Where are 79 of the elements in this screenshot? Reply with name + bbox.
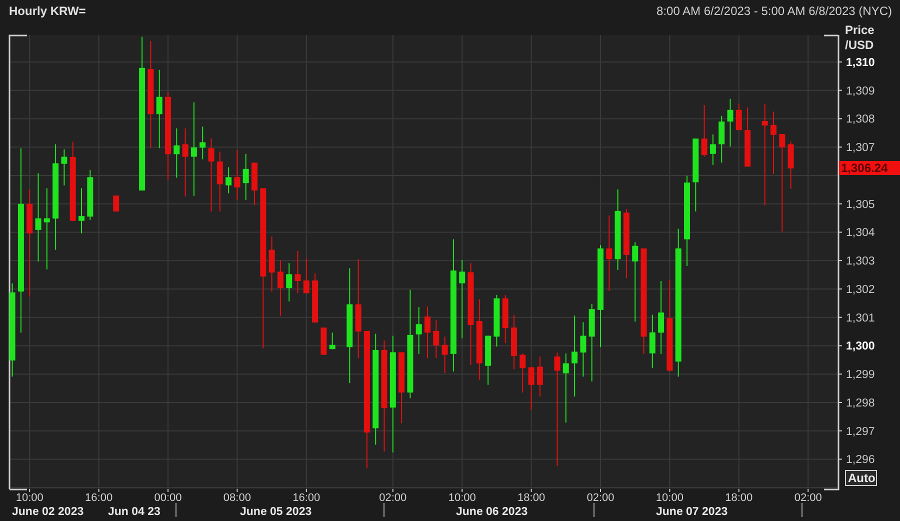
candlestick [788, 141, 794, 190]
price-tick-label: 1,310 [846, 56, 875, 69]
time-tick-label: 02:00 [379, 492, 407, 504]
candlestick [770, 111, 776, 175]
candlestick [61, 148, 68, 186]
candlestick [234, 149, 240, 200]
time-tick-label: 18:00 [725, 492, 753, 504]
date-label: June 05 2023 [240, 506, 312, 518]
date-range: 8:00 AM 6/2/2023 - 5:00 AM 6/8/2023 (NYC) [656, 4, 892, 18]
candlestick [511, 314, 517, 370]
time-tick-label: 02:00 [586, 492, 614, 504]
candlestick [580, 322, 586, 378]
price-tick-label: 1,304 [846, 227, 875, 240]
candlestick [494, 294, 500, 348]
last-price-badge: 1,306.24 [839, 161, 900, 175]
candlestick [424, 306, 430, 359]
time-tick-label: 10:00 [448, 492, 476, 504]
time-tick-label: 02:00 [794, 492, 822, 504]
candlestick [736, 103, 742, 131]
price-tick-label: 1,308 [846, 114, 875, 126]
candlestick [113, 195, 120, 212]
price-tick-label: 1,305 [846, 198, 875, 211]
candlestick [294, 250, 301, 294]
price-tick-label: 1,298 [846, 397, 875, 410]
price-tick-label: 1,301 [846, 312, 875, 324]
candlestick [303, 258, 310, 294]
candlestick [320, 327, 327, 356]
time-tick-label: 00:00 [154, 492, 182, 504]
auto-button[interactable]: Auto [845, 470, 877, 486]
time-tick-label: 08:00 [223, 492, 251, 504]
candlestick [416, 306, 422, 354]
candlestick [286, 262, 292, 302]
candlestick [502, 294, 508, 344]
candlestick [701, 104, 708, 158]
candlestick [623, 208, 630, 279]
price-tick-label: 1,296 [846, 454, 875, 466]
candlestick [312, 272, 318, 323]
date-label: Jun 04 23 [108, 506, 160, 518]
candlestick [485, 335, 492, 386]
price-tick-label: 1,309 [846, 85, 875, 98]
date-label: June 07 2023 [656, 506, 728, 518]
price-tick-label: 1,297 [846, 426, 875, 438]
date-label: June 02 2023 [12, 506, 84, 518]
time-tick-label: 18:00 [518, 492, 546, 504]
candlestick [744, 106, 751, 168]
candlestick [87, 170, 94, 220]
candlestick [174, 128, 180, 178]
candlestick [200, 126, 206, 160]
candlestick [268, 236, 275, 292]
candlestick [520, 352, 526, 394]
candlestick [718, 115, 725, 164]
price-tick-label: 1,299 [846, 369, 875, 382]
date-label: June 06 2023 [456, 506, 528, 518]
price-tick-label: 1,302 [846, 284, 875, 296]
candlestick [78, 188, 84, 234]
candlestick [433, 319, 440, 359]
axis-title: Price /USD [845, 23, 874, 52]
candlestick [528, 366, 534, 410]
time-tick-label: 16:00 [85, 492, 113, 504]
time-tick-label: 10:00 [656, 492, 684, 504]
candlestick [710, 134, 716, 166]
candlestick [216, 151, 223, 212]
candlestick [536, 356, 543, 397]
price-tick-label: 1,300 [846, 340, 875, 353]
candlestick [649, 314, 656, 369]
candlestick [442, 336, 448, 374]
price-tick-label: 1,303 [846, 256, 875, 268]
candlestick [226, 166, 232, 194]
candlestick [329, 332, 336, 350]
chart-title: Hourly KRW= [9, 4, 86, 18]
candlestick [277, 260, 284, 316]
candlestick [562, 352, 569, 424]
candlestick [182, 128, 188, 197]
price-tick-label: 1,307 [846, 142, 875, 154]
candlestick [252, 162, 258, 206]
candlestick [242, 153, 249, 200]
time-tick-label: 16:00 [292, 492, 320, 504]
candlestick [727, 98, 734, 148]
time-tick-label: 10:00 [16, 492, 44, 504]
